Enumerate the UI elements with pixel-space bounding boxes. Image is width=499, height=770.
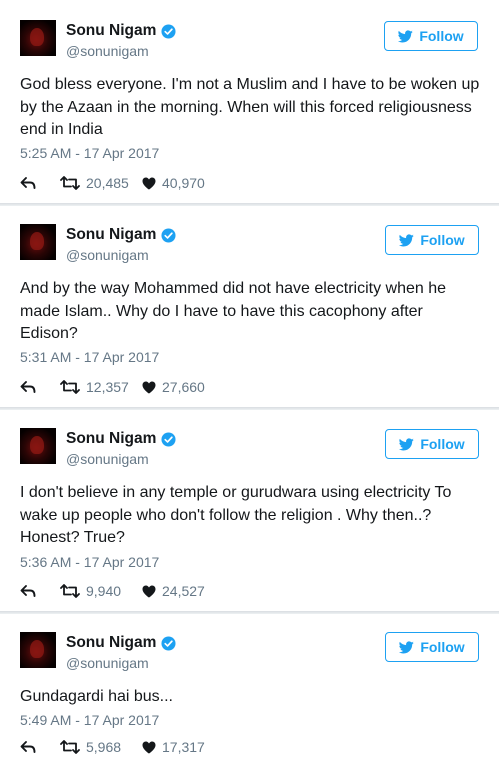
follow-label: Follow <box>420 232 465 248</box>
tweet-actions: 12,357 27,660 <box>20 378 205 396</box>
like-button[interactable]: 27,660 <box>142 379 205 395</box>
retweet-count: 5,968 <box>86 739 122 755</box>
author-name[interactable]: Sonu Nigam <box>66 430 156 448</box>
reply-icon <box>20 177 36 189</box>
tweet-actions: 5,968 17,317 <box>20 738 205 756</box>
heart-icon <box>142 585 156 597</box>
like-count: 40,970 <box>162 175 205 191</box>
follow-button[interactable]: Follow <box>385 429 479 459</box>
author-name[interactable]: Sonu Nigam <box>66 22 156 40</box>
follow-label: Follow <box>419 28 464 44</box>
heart-icon <box>142 177 156 189</box>
avatar[interactable] <box>20 428 56 464</box>
twitter-bird-icon <box>399 233 415 246</box>
avatar[interactable] <box>20 632 56 668</box>
tweet-card: Sonu Nigam @sonunigam Follow Gundagardi … <box>0 614 499 770</box>
tweet-timestamp[interactable]: 5:25 AM - 17 Apr 2017 <box>20 145 159 161</box>
tweet-card: Sonu Nigam @sonunigam Follow I don't bel… <box>0 410 499 611</box>
tweet-timestamp[interactable]: 5:31 AM - 17 Apr 2017 <box>20 349 159 365</box>
author-name[interactable]: Sonu Nigam <box>66 226 156 244</box>
author-name-row: Sonu Nigam <box>66 22 176 40</box>
tweet-timestamp[interactable]: 5:49 AM - 17 Apr 2017 <box>20 712 159 728</box>
retweet-button[interactable]: 5,968 <box>60 739 142 755</box>
verified-badge-icon <box>161 635 176 651</box>
author-handle[interactable]: @sonunigam <box>66 451 149 467</box>
like-button[interactable]: 40,970 <box>142 175 205 191</box>
verified-badge-icon <box>161 227 176 243</box>
author-name-row: Sonu Nigam <box>66 634 176 652</box>
retweet-icon <box>60 584 80 598</box>
follow-label: Follow <box>420 639 465 655</box>
tweet-text: And by the way Mohammed did not have ele… <box>20 280 447 342</box>
follow-button[interactable]: Follow <box>385 632 479 662</box>
author-handle[interactable]: @sonunigam <box>66 43 149 59</box>
author-name-row: Sonu Nigam <box>66 430 176 448</box>
verified-badge-icon <box>161 431 176 447</box>
heart-icon <box>142 741 156 753</box>
reply-icon <box>20 741 36 753</box>
avatar[interactable] <box>20 20 56 56</box>
tweet-card: Sonu Nigam @sonunigam Follow And by the … <box>0 206 499 407</box>
tweet-text: I don't believe in any temple or gurudwa… <box>20 484 452 546</box>
tweet-actions: 9,940 24,527 <box>20 582 205 600</box>
reply-icon <box>20 381 36 393</box>
verified-badge-icon <box>161 23 176 39</box>
reply-button[interactable] <box>20 380 60 394</box>
retweet-icon <box>60 176 80 190</box>
retweet-count: 12,357 <box>86 379 129 395</box>
follow-label: Follow <box>420 436 465 452</box>
follow-button[interactable]: Follow <box>385 225 479 255</box>
retweet-icon <box>60 740 80 754</box>
follow-button[interactable]: Follow <box>384 21 478 51</box>
retweet-button[interactable]: 20,485 <box>60 175 142 191</box>
like-button[interactable]: 17,317 <box>142 739 205 755</box>
retweet-count: 20,485 <box>86 175 129 191</box>
tweet-timestamp[interactable]: 5:36 AM - 17 Apr 2017 <box>20 554 159 570</box>
retweet-button[interactable]: 12,357 <box>60 379 142 395</box>
retweet-count: 9,940 <box>86 583 122 599</box>
retweet-button[interactable]: 9,940 <box>60 583 142 599</box>
reply-button[interactable] <box>20 176 60 190</box>
twitter-bird-icon <box>399 640 415 653</box>
reply-icon <box>20 585 36 597</box>
reply-button[interactable] <box>20 584 60 598</box>
like-count: 24,527 <box>162 583 205 599</box>
tweet-text: God bless everyone. I'm not a Muslim and… <box>20 76 480 138</box>
avatar[interactable] <box>20 224 56 260</box>
twitter-bird-icon <box>398 29 414 42</box>
like-count: 27,660 <box>162 379 205 395</box>
like-count: 17,317 <box>162 739 205 755</box>
author-name-row: Sonu Nigam <box>66 226 176 244</box>
like-button[interactable]: 24,527 <box>142 583 205 599</box>
tweet-actions: 20,485 40,970 <box>20 174 205 192</box>
retweet-icon <box>60 380 80 394</box>
reply-button[interactable] <box>20 740 60 754</box>
author-name[interactable]: Sonu Nigam <box>66 634 156 652</box>
author-handle[interactable]: @sonunigam <box>66 655 149 671</box>
twitter-bird-icon <box>399 437 415 450</box>
author-handle[interactable]: @sonunigam <box>66 247 149 263</box>
tweet-text: Gundagardi hai bus... <box>20 688 173 705</box>
heart-icon <box>142 381 156 393</box>
tweet-card: Sonu Nigam @sonunigam Follow God bless e… <box>0 0 499 203</box>
